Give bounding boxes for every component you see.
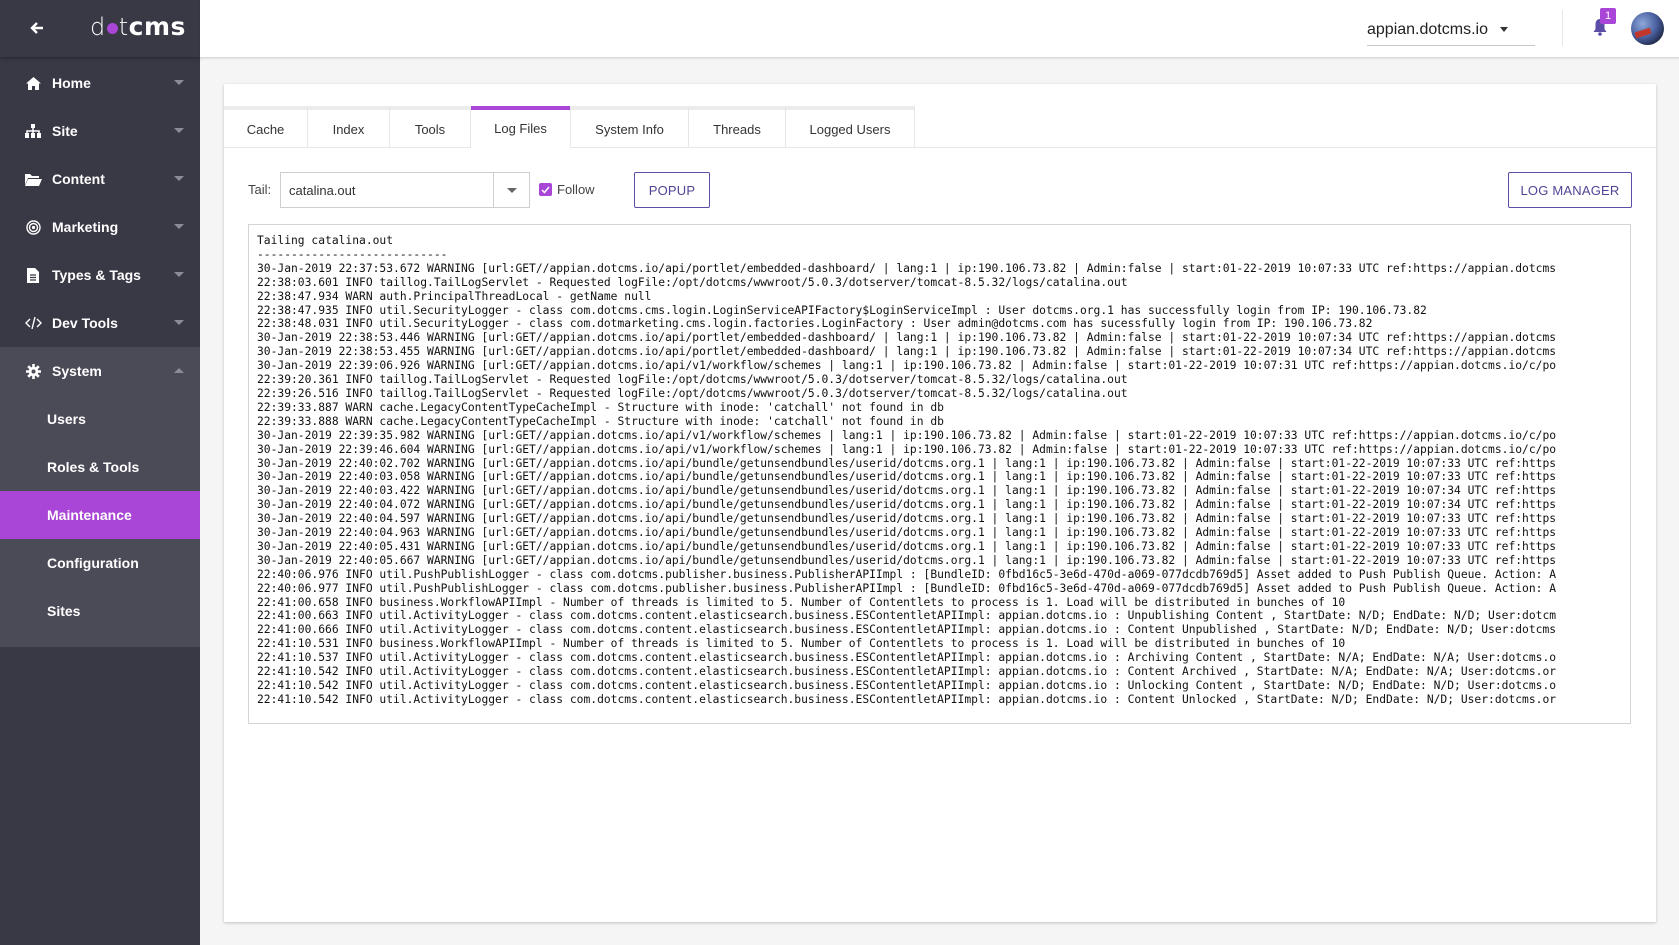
tail-label: Tail:: [248, 182, 272, 197]
chevron-down-icon: [174, 80, 184, 85]
sidebar-item-maintenance[interactable]: Maintenance: [0, 491, 200, 539]
file-text-icon: [24, 267, 42, 283]
nav-item-content[interactable]: Content: [0, 155, 200, 203]
gear-icon: [24, 363, 42, 379]
log-line: 22:41:10.537 INFO util.ActivityLogger - …: [257, 651, 1557, 665]
notification-badge: 1: [1600, 8, 1616, 24]
log-line: 30-Jan-2019 22:39:35.982 WARNING [url:GE…: [257, 428, 1557, 442]
log-line: 30-Jan-2019 22:40:05.431 WARNING [url:GE…: [257, 539, 1557, 553]
log-line: 22:41:00.658 INFO business.WorkflowAPIIm…: [257, 595, 1346, 609]
log-line: 30-Jan-2019 22:38:53.446 WARNING [url:GE…: [257, 331, 1557, 345]
chevron-down-icon: [174, 320, 184, 325]
log-line: 22:38:47.934 WARN auth.PrincipalThreadLo…: [257, 289, 652, 303]
log-manager-button[interactable]: LOG MANAGER: [1508, 172, 1632, 208]
chevron-down-icon: [174, 224, 184, 229]
popup-button[interactable]: POPUP: [634, 172, 710, 208]
follow-checkbox[interactable]: Follow: [539, 182, 595, 197]
chevron-up-icon: [174, 368, 184, 373]
chevron-down-icon: [174, 128, 184, 133]
log-line: 22:40:06.976 INFO util.PushPublishLogger…: [257, 567, 1557, 581]
sidebar-item-roles-tools[interactable]: Roles & Tools: [0, 443, 200, 491]
main-nav: Home Site Content Marketing Types & Tags…: [0, 59, 200, 647]
nav-item-home[interactable]: Home: [0, 59, 200, 107]
tab-tools[interactable]: Tools: [390, 106, 471, 148]
log-line: 30-Jan-2019 22:40:04.963 WARNING [url:GE…: [257, 526, 1557, 540]
system-group: System Users Roles & Tools Maintenance C…: [0, 347, 200, 647]
nav-item-dev-tools[interactable]: Dev Tools: [0, 299, 200, 347]
log-line: 22:39:26.516 INFO taillog.TailLogServlet…: [257, 386, 1128, 400]
tab-bar: Cache Index Tools Log Files System Info …: [224, 106, 1656, 148]
caret-down-icon: [1499, 27, 1508, 32]
tab-logged-users[interactable]: Logged Users: [786, 106, 915, 148]
tail-file-select[interactable]: catalina.out: [280, 172, 530, 208]
divider: [1562, 10, 1563, 46]
log-line: 22:40:06.977 INFO util.PushPublishLogger…: [257, 581, 1557, 595]
nav-item-marketing[interactable]: Marketing: [0, 203, 200, 251]
tab-index[interactable]: Index: [308, 106, 390, 148]
sitemap-icon: [24, 123, 42, 139]
sidebar: d t cms Home Site Content Marketing Types …: [0, 0, 200, 945]
log-line: 22:39:20.361 INFO taillog.TailLogServlet…: [257, 373, 1128, 387]
log-line: 30-Jan-2019 22:39:46.604 WARNING [url:GE…: [257, 442, 1557, 456]
log-line: Tailing catalina.out: [257, 234, 394, 247]
chevron-down-icon: [174, 272, 184, 277]
log-line: ----------------------------: [257, 247, 448, 261]
nav-item-system[interactable]: System: [0, 347, 200, 395]
tab-threads[interactable]: Threads: [689, 106, 786, 148]
log-line: 22:41:10.531 INFO business.WorkflowAPIIm…: [257, 637, 1346, 651]
folder-open-icon: [24, 171, 42, 187]
sidebar-item-users[interactable]: Users: [0, 395, 200, 443]
home-icon: [24, 75, 42, 91]
log-line: 22:41:00.663 INFO util.ActivityLogger - …: [257, 609, 1557, 623]
log-line: 22:39:33.888 WARN cache.LegacyContentTyp…: [257, 414, 944, 428]
code-icon: [24, 315, 42, 331]
bullseye-icon: [24, 219, 42, 235]
nav-item-types-tags[interactable]: Types & Tags: [0, 251, 200, 299]
log-line: 30-Jan-2019 22:40:04.597 WARNING [url:GE…: [257, 512, 1557, 526]
log-line: 22:38:48.031 INFO util.SecurityLogger - …: [257, 317, 1373, 331]
sidebar-item-configuration[interactable]: Configuration: [0, 539, 200, 587]
log-line: 30-Jan-2019 22:40:04.072 WARNING [url:GE…: [257, 498, 1557, 512]
log-line: 30-Jan-2019 22:40:03.422 WARNING [url:GE…: [257, 484, 1557, 498]
dropdown-toggle[interactable]: [493, 173, 529, 207]
log-line: 30-Jan-2019 22:38:53.455 WARNING [url:GE…: [257, 345, 1557, 359]
tab-cache[interactable]: Cache: [224, 106, 308, 148]
log-line: 22:38:47.935 INFO util.SecurityLogger - …: [257, 303, 1427, 317]
sidebar-header: d t cms: [0, 0, 200, 57]
log-line: 22:38:03.601 INFO taillog.TailLogServlet…: [257, 275, 1128, 289]
log-line: 30-Jan-2019 22:40:03.058 WARNING [url:GE…: [257, 470, 1557, 484]
log-toolbar: Tail: catalina.out Follow POPUP LOG MANA…: [248, 172, 1632, 208]
tab-log-files[interactable]: Log Files: [471, 106, 571, 148]
log-line: 30-Jan-2019 22:37:53.672 WARNING [url:GE…: [257, 261, 1557, 275]
checkbox-checked-icon: [539, 183, 552, 196]
log-line: 22:41:10.542 INFO util.ActivityLogger - …: [257, 679, 1557, 692]
log-line: 30-Jan-2019 22:39:06.926 WARNING [url:GE…: [257, 359, 1557, 373]
log-output[interactable]: Tailing catalina.out --------------------…: [248, 224, 1631, 724]
arrow-left-icon: [30, 22, 43, 34]
site-selector[interactable]: appian.dotcms.io: [1367, 14, 1535, 46]
log-line: 30-Jan-2019 22:40:05.667 WARNING [url:GE…: [257, 553, 1557, 567]
log-line: 22:41:10.542 INFO util.ActivityLogger - …: [257, 692, 1557, 706]
tab-system-info[interactable]: System Info: [571, 106, 689, 148]
log-line: 30-Jan-2019 22:40:02.702 WARNING [url:GE…: [257, 456, 1557, 470]
nav-item-site[interactable]: Site: [0, 107, 200, 155]
maintenance-card: Cache Index Tools Log Files System Info …: [224, 84, 1656, 922]
chevron-down-icon: [174, 176, 184, 181]
avatar[interactable]: [1631, 12, 1664, 45]
log-line: 22:41:10.542 INFO util.ActivityLogger - …: [257, 665, 1557, 679]
collapse-sidebar-button[interactable]: [26, 17, 48, 39]
caret-down-icon: [506, 187, 517, 193]
log-line: 22:41:00.666 INFO util.ActivityLogger - …: [257, 623, 1557, 637]
log-line: 22:39:33.887 WARN cache.LegacyContentTyp…: [257, 400, 944, 414]
sidebar-item-sites[interactable]: Sites: [0, 587, 200, 635]
dotcms-logo[interactable]: d t cms: [90, 12, 186, 41]
logo-dot: [106, 23, 118, 34]
